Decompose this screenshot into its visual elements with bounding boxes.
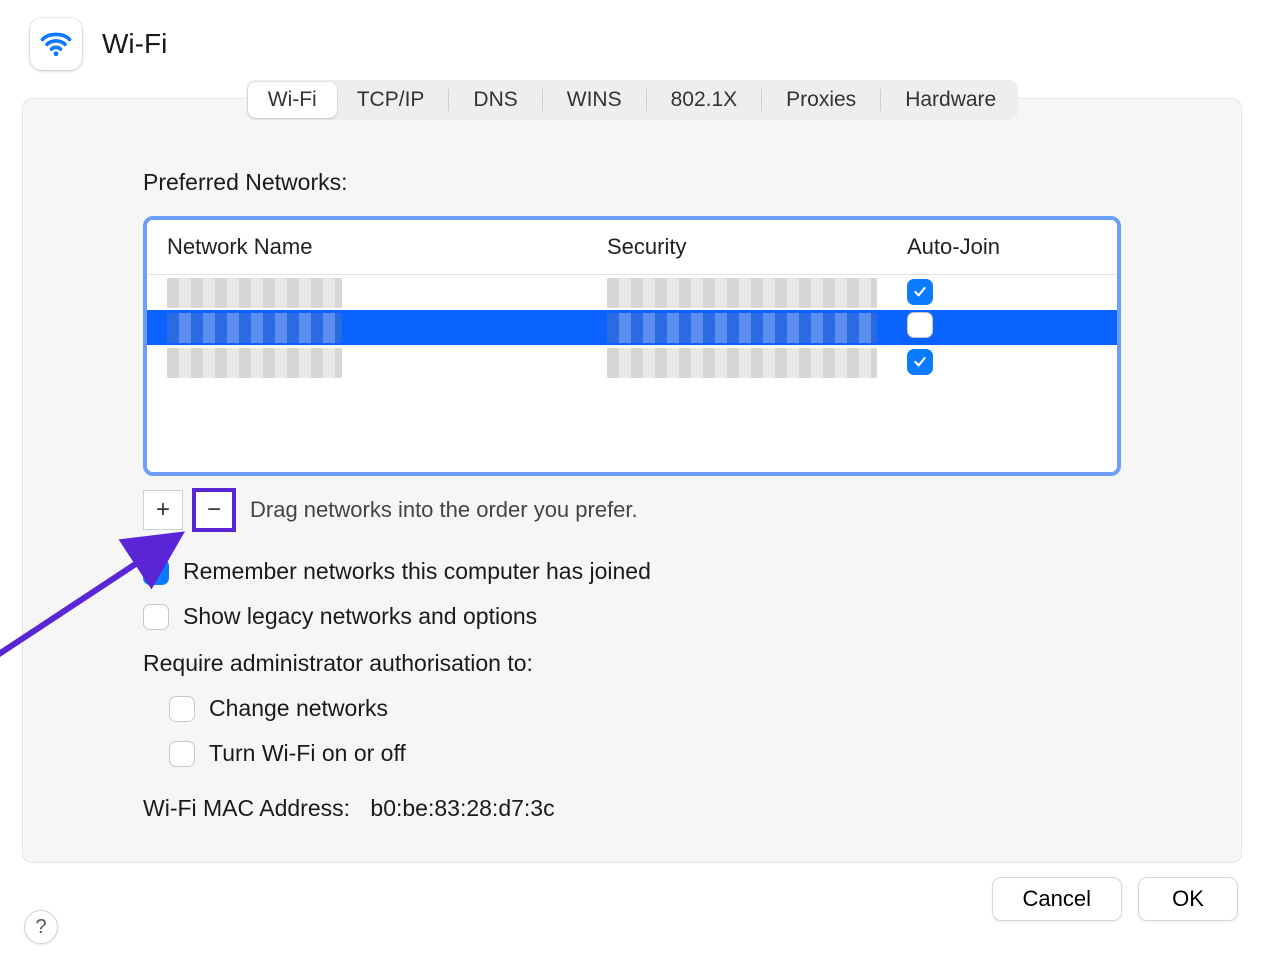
page-title: Wi-Fi xyxy=(102,28,167,60)
table-body xyxy=(147,275,1117,472)
tab-tcpip[interactable]: TCP/IP xyxy=(337,82,445,118)
tab-wins[interactable]: WINS xyxy=(547,82,642,118)
network-name-redacted xyxy=(167,278,342,308)
toggle-wifi-option: Turn Wi-Fi on or off xyxy=(169,740,1121,767)
table-row[interactable] xyxy=(147,275,1117,310)
network-name-redacted xyxy=(167,313,342,343)
tabs: Wi-Fi TCP/IP DNS WINS 802.1X Proxies Har… xyxy=(246,80,1018,120)
remember-networks-checkbox[interactable] xyxy=(143,559,169,585)
mac-address-row: Wi-Fi MAC Address: b0:be:83:28:d7:3c xyxy=(143,795,1121,822)
change-networks-option: Change networks xyxy=(169,695,1121,722)
add-network-button[interactable]: + xyxy=(143,490,183,530)
remember-networks-label: Remember networks this computer has join… xyxy=(183,558,651,585)
network-security-redacted xyxy=(607,313,877,343)
tab-8021x[interactable]: 802.1X xyxy=(651,82,758,118)
tab-bar: Wi-Fi TCP/IP DNS WINS 802.1X Proxies Har… xyxy=(0,80,1264,120)
column-security[interactable]: Security xyxy=(607,234,907,260)
cancel-button[interactable]: Cancel xyxy=(992,877,1122,921)
content-well: Preferred Networks: Network Name Securit… xyxy=(22,98,1242,863)
network-security-redacted xyxy=(607,348,877,378)
preferred-networks-table[interactable]: Network Name Security Auto-Join xyxy=(143,216,1121,476)
table-row[interactable] xyxy=(147,310,1117,345)
footer: Cancel OK xyxy=(0,863,1264,921)
require-admin-label: Require administrator authorisation to: xyxy=(143,650,1121,677)
tab-separator xyxy=(542,89,543,111)
tab-separator xyxy=(761,89,762,111)
network-security-redacted xyxy=(607,278,877,308)
minus-icon: − xyxy=(207,496,221,524)
mac-address-value: b0:be:83:28:d7:3c xyxy=(370,795,554,821)
mac-address-label: Wi-Fi MAC Address: xyxy=(143,795,350,821)
tab-wifi[interactable]: Wi-Fi xyxy=(248,82,337,118)
drag-hint: Drag networks into the order you prefer. xyxy=(250,497,638,523)
column-auto-join[interactable]: Auto-Join xyxy=(907,234,1117,260)
toggle-wifi-checkbox[interactable] xyxy=(169,741,195,767)
list-controls: + − Drag networks into the order you pre… xyxy=(143,490,1121,530)
remember-networks-option: Remember networks this computer has join… xyxy=(143,558,1121,585)
ok-button[interactable]: OK xyxy=(1138,877,1238,921)
tab-proxies[interactable]: Proxies xyxy=(766,82,876,118)
show-legacy-label: Show legacy networks and options xyxy=(183,603,537,630)
column-network-name[interactable]: Network Name xyxy=(167,234,607,260)
remove-network-button[interactable]: − xyxy=(194,490,234,530)
header: Wi-Fi xyxy=(0,0,1264,76)
help-button[interactable]: ? xyxy=(24,910,58,944)
autojoin-checkbox[interactable] xyxy=(907,349,933,375)
preferred-networks-label: Preferred Networks: xyxy=(143,169,1121,196)
tab-separator xyxy=(646,89,647,111)
tab-dns[interactable]: DNS xyxy=(453,82,537,118)
table-header: Network Name Security Auto-Join xyxy=(147,220,1117,275)
table-row[interactable] xyxy=(147,345,1117,380)
change-networks-label: Change networks xyxy=(209,695,388,722)
toggle-wifi-label: Turn Wi-Fi on or off xyxy=(209,740,406,767)
show-legacy-option: Show legacy networks and options xyxy=(143,603,1121,630)
network-name-redacted xyxy=(167,348,342,378)
show-legacy-checkbox[interactable] xyxy=(143,604,169,630)
tab-separator xyxy=(880,89,881,111)
autojoin-checkbox[interactable] xyxy=(907,312,933,338)
wifi-icon xyxy=(30,18,82,70)
change-networks-checkbox[interactable] xyxy=(169,696,195,722)
autojoin-checkbox[interactable] xyxy=(907,279,933,305)
tab-separator xyxy=(448,89,449,111)
plus-icon: + xyxy=(156,496,170,524)
tab-hardware[interactable]: Hardware xyxy=(885,82,1016,118)
